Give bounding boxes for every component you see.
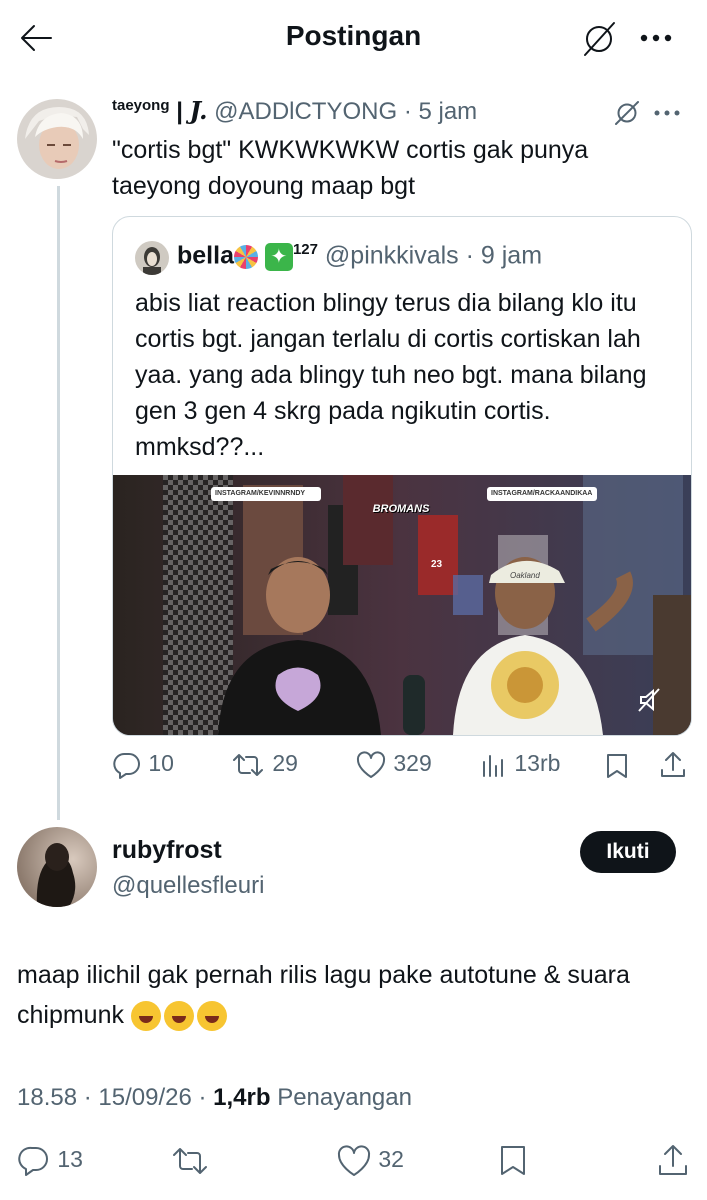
parent-share-icon[interactable]	[658, 750, 688, 780]
views-icon	[483, 755, 503, 777]
quote-header: bella ✦ 127 @pinkkivals · 9 jam	[177, 241, 543, 271]
reply-handle[interactable]: @quellesfleuri	[112, 872, 264, 900]
parent-grok-icon[interactable]	[612, 98, 642, 128]
reply-repost-button[interactable]	[170, 1144, 210, 1178]
quoted-post[interactable]: bella ✦ 127 @pinkkivals · 9 jam abis liat…	[112, 216, 692, 736]
parent-avatar[interactable]	[17, 99, 97, 179]
video-player[interactable]: INSTAGRAM/KEVINNRNDY INSTAGRAM/RACKAANDI…	[113, 475, 691, 735]
reply-text: maap ilichil gak pernah rilis lagu pake …	[17, 961, 630, 1029]
tears-of-joy-emoji-icon	[163, 1001, 194, 1032]
sparkles-emoji-icon: ✦	[264, 242, 293, 271]
parent-name-mark: J.	[189, 96, 208, 125]
quote-badge-count: 127	[292, 241, 318, 258]
jersey-number: 23	[431, 559, 443, 570]
parent-handle[interactable]: @ADDlCTYONG	[214, 98, 397, 125]
tears-of-joy-emoji-icon	[196, 1001, 227, 1032]
quote-display-name: bella	[177, 241, 234, 270]
parent-reply-button[interactable]: 10	[112, 750, 174, 780]
reply-avatar[interactable]	[17, 827, 97, 907]
parent-more-icon[interactable]	[652, 107, 686, 119]
parent-text: "cortis bgt" KWKWKWKW cortis gak punya t…	[112, 136, 589, 200]
heart-icon	[337, 1145, 371, 1176]
repost-icon	[233, 754, 263, 776]
repost-icon	[173, 1148, 207, 1174]
quote-avatar	[135, 241, 169, 275]
reply-bookmark-icon[interactable]	[498, 1144, 528, 1178]
thread-line	[57, 186, 60, 820]
parent-like-button[interactable]: 329	[355, 750, 432, 780]
reply-display-name[interactable]: rubyfrost	[112, 836, 222, 865]
reply-views-label: Penayangan	[277, 1084, 412, 1111]
heart-icon	[356, 751, 386, 778]
grok-icon[interactable]	[578, 18, 620, 60]
quote-time: 9 jam	[480, 241, 543, 270]
reply-reply-button[interactable]: 13	[17, 1144, 83, 1178]
video-tag-right: INSTAGRAM/RACKAANDIKAA	[487, 487, 597, 501]
quote-text: abis liat reaction blingy terus dia bila…	[135, 289, 647, 461]
reply-date: 15/09/26	[98, 1084, 192, 1111]
reply-views-count: 1,4rb	[213, 1084, 271, 1111]
reply-like-button[interactable]: 32	[336, 1144, 404, 1178]
reply-icon	[18, 1146, 48, 1176]
quote-handle: @pinkkivals	[324, 241, 459, 270]
parent-display-name[interactable]: taeyong	[112, 97, 170, 114]
parent-header: taeyong | J. @ADDlCTYONG · 5 jam	[112, 96, 478, 125]
reply-time: 18.58	[17, 1084, 78, 1111]
lollipop-emoji-icon	[233, 244, 258, 269]
reply-icon	[113, 752, 140, 779]
parent-time[interactable]: 5 jam	[418, 98, 477, 125]
parent-repost-button[interactable]: 29	[230, 750, 298, 780]
parent-views-button[interactable]: 13rb	[480, 750, 560, 780]
reply-text-block: maap ilichil gak pernah rilis lagu pake …	[17, 955, 697, 1035]
more-options-icon[interactable]	[638, 30, 678, 46]
video-tag-left: INSTAGRAM/KEVINNRNDY	[211, 487, 321, 501]
reply-share-icon[interactable]	[656, 1142, 690, 1178]
parent-bookmark-icon[interactable]	[604, 752, 630, 780]
cap-text: Oakland	[510, 571, 540, 580]
follow-button[interactable]: Ikuti	[580, 831, 676, 873]
bromans-logo: BROMANS	[372, 503, 430, 515]
reply-meta: 18.58 · 15/09/26 · 1,4rb Penayangan	[17, 1084, 412, 1111]
tears-of-joy-emoji-icon	[130, 1001, 161, 1032]
